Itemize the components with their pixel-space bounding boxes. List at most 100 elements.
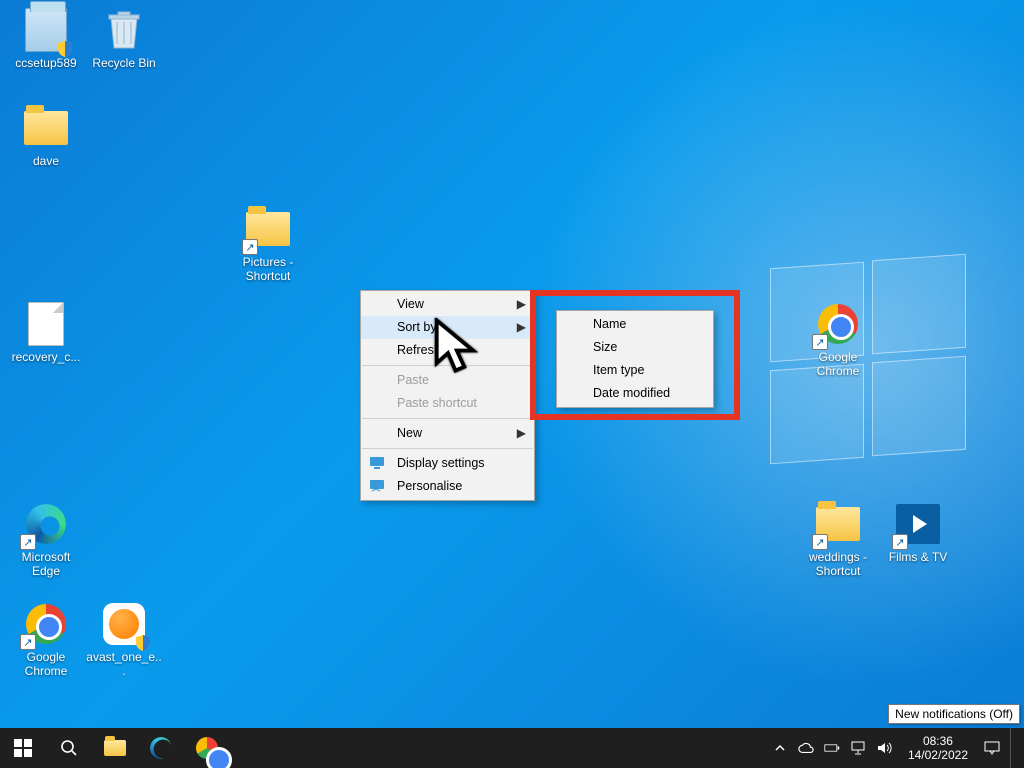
desktop-icon-ccsetup[interactable]: ccsetup589 — [8, 6, 84, 70]
menu-label: View — [397, 297, 424, 311]
system-tray: 08:36 14/02/2022 — [764, 728, 1024, 768]
desktop-icon-google-chrome-left[interactable]: ↗ Google Chrome — [8, 600, 84, 678]
personalise-icon — [369, 478, 385, 494]
films-tv-icon: ↗ — [894, 500, 942, 548]
menu-label: Size — [593, 340, 617, 354]
tray-overflow-chevron[interactable] — [772, 740, 788, 756]
icon-label: Recycle Bin — [86, 56, 162, 70]
menu-label: Paste shortcut — [397, 396, 477, 410]
icon-label: weddings - Shortcut — [800, 550, 876, 578]
desktop-icon-google-chrome-right[interactable]: ↗ Google Chrome — [800, 300, 876, 378]
menu-label: New — [397, 426, 422, 440]
desktop-icon-films-tv[interactable]: ↗ Films & TV — [880, 500, 956, 564]
chrome-icon: ↗ — [22, 600, 70, 648]
desktop-icon-dave[interactable]: dave — [8, 104, 84, 168]
icon-label: Google Chrome — [800, 350, 876, 378]
desktop-icon-recovery[interactable]: recovery_c... — [8, 300, 84, 364]
tray-network[interactable] — [850, 740, 866, 756]
menu-item-paste-shortcut: Paste shortcut — [361, 392, 534, 415]
shortcut-arrow-icon: ↗ — [20, 634, 36, 650]
icon-label: Films & TV — [880, 550, 956, 564]
shortcut-arrow-icon: ↗ — [812, 334, 828, 350]
menu-label: Display settings — [397, 456, 485, 470]
submenu-item-size[interactable]: Size — [557, 336, 713, 359]
submenu-arrow-icon: ▶ — [517, 316, 526, 339]
menu-item-sort-by[interactable]: Sort by ▶ — [361, 316, 534, 339]
taskbar-edge[interactable] — [138, 728, 184, 768]
tray-onedrive[interactable] — [798, 740, 814, 756]
edge-icon: ↗ — [22, 500, 70, 548]
menu-separator — [362, 365, 533, 366]
chrome-icon — [196, 737, 218, 759]
menu-label: Refresh — [397, 343, 441, 357]
menu-item-new[interactable]: New ▶ — [361, 422, 534, 445]
desktop-icon-weddings-shortcut[interactable]: ↗ weddings - Shortcut — [800, 500, 876, 578]
desktop-icon-avast[interactable]: avast_one_e... — [86, 600, 162, 678]
shortcut-arrow-icon: ↗ — [812, 534, 828, 550]
desktop-context-menu: View ▶ Sort by ▶ Refresh Paste Paste sho… — [360, 290, 535, 501]
menu-label: Name — [593, 317, 626, 331]
desktop-icon-pictures-shortcut[interactable]: ↗ Pictures - Shortcut — [230, 205, 306, 283]
action-center-button[interactable] — [984, 740, 1000, 756]
submenu-item-item-type[interactable]: Item type — [557, 359, 713, 382]
icon-label: Microsoft Edge — [8, 550, 84, 578]
submenu-arrow-icon: ▶ — [517, 422, 526, 445]
menu-item-refresh[interactable]: Refresh — [361, 339, 534, 362]
menu-label: Paste — [397, 373, 429, 387]
menu-item-display-settings[interactable]: Display settings — [361, 452, 534, 475]
submenu-item-date-modified[interactable]: Date modified — [557, 382, 713, 405]
icon-label: Pictures - Shortcut — [230, 255, 306, 283]
tray-tooltip: New notifications (Off) — [888, 704, 1020, 724]
icon-label: Google Chrome — [8, 650, 84, 678]
tooltip-text: New notifications (Off) — [895, 707, 1013, 721]
taskbar-clock[interactable]: 08:36 14/02/2022 — [902, 734, 974, 762]
taskbar-search-button[interactable] — [46, 728, 92, 768]
menu-item-paste: Paste — [361, 369, 534, 392]
chevron-up-icon — [774, 742, 786, 754]
tray-battery[interactable] — [824, 740, 840, 756]
windows-start-icon — [14, 739, 32, 757]
shortcut-arrow-icon: ↗ — [242, 239, 258, 255]
battery-icon — [824, 742, 840, 754]
menu-separator — [362, 448, 533, 449]
notification-icon — [984, 741, 1000, 755]
menu-label: Personalise — [397, 479, 462, 493]
show-desktop-button[interactable] — [1010, 728, 1016, 768]
menu-item-view[interactable]: View ▶ — [361, 293, 534, 316]
uac-shield-icon — [134, 634, 152, 652]
submenu-item-name[interactable]: Name — [557, 313, 713, 336]
taskbar: 08:36 14/02/2022 — [0, 728, 1024, 768]
cloud-icon — [798, 742, 814, 754]
speaker-icon — [876, 741, 892, 755]
icon-label: ccsetup589 — [8, 56, 84, 70]
installer-box-icon — [22, 6, 70, 54]
icon-label: avast_one_e... — [86, 650, 162, 678]
clock-time: 08:36 — [908, 734, 968, 748]
document-icon — [22, 300, 70, 348]
shortcut-arrow-icon: ↗ — [892, 534, 908, 550]
taskbar-file-explorer[interactable] — [92, 728, 138, 768]
icon-label: recovery_c... — [8, 350, 84, 364]
tray-volume[interactable] — [876, 740, 892, 756]
desktop[interactable]: ccsetup589 Recycle Bin dave ↗ Pictures -… — [0, 0, 1024, 768]
desktop-icon-recycle-bin[interactable]: Recycle Bin — [86, 6, 162, 70]
monitor-icon — [369, 455, 385, 471]
sort-by-submenu: Name Size Item type Date modified — [556, 310, 714, 408]
clock-date: 14/02/2022 — [908, 748, 968, 762]
icon-label: dave — [8, 154, 84, 168]
menu-label: Item type — [593, 363, 644, 377]
desktop-icon-microsoft-edge[interactable]: ↗ Microsoft Edge — [8, 500, 84, 578]
avast-icon — [100, 600, 148, 648]
folder-icon: ↗ — [244, 205, 292, 253]
menu-label: Date modified — [593, 386, 670, 400]
network-icon — [850, 741, 866, 755]
uac-shield-icon — [56, 40, 74, 58]
start-button[interactable] — [0, 728, 46, 768]
taskbar-chrome[interactable] — [184, 728, 230, 768]
chrome-icon: ↗ — [814, 300, 862, 348]
folder-icon — [22, 104, 70, 152]
recycle-bin-icon — [100, 6, 148, 54]
edge-icon — [150, 737, 172, 759]
shortcut-arrow-icon: ↗ — [20, 534, 36, 550]
menu-item-personalise[interactable]: Personalise — [361, 475, 534, 498]
